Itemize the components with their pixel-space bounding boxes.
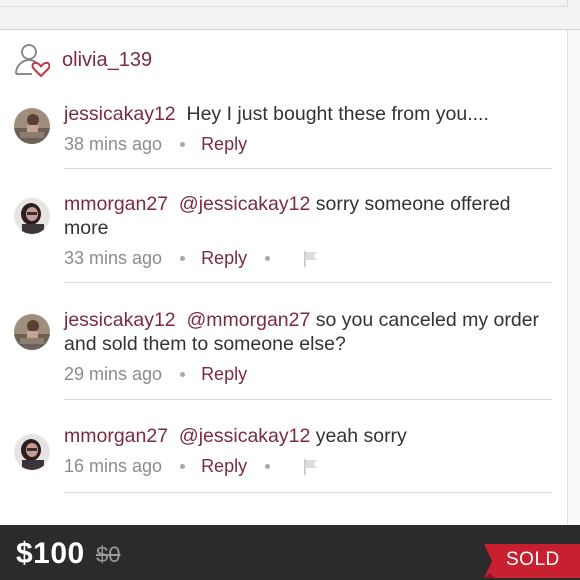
comment-time: 33 mins ago	[64, 248, 163, 268]
top-bar	[0, 0, 580, 30]
listing-owner[interactable]: olivia_139	[14, 42, 152, 78]
comment-divider	[64, 282, 552, 283]
comment-text: mmorgan27 @jessicakay12 sorry someone of…	[64, 192, 554, 240]
comment-message: yeah sorry	[315, 425, 407, 447]
comment-mention[interactable]: @jessicakay12	[179, 193, 310, 215]
avatar[interactable]	[14, 108, 50, 144]
top-divider-corner	[567, 0, 568, 7]
top-divider	[0, 6, 568, 7]
separator-dot	[180, 372, 186, 377]
listing-price: $100	[16, 537, 85, 570]
comment-text: mmorgan27 @jessicakay12 yeah sorry	[64, 424, 554, 448]
separator-dot	[180, 464, 186, 469]
comment-divider	[64, 399, 552, 400]
comment-time: 38 mins ago	[64, 134, 163, 154]
comment-username[interactable]: mmorgan27	[64, 425, 168, 447]
original-price: $0	[96, 542, 121, 567]
separator-dot	[265, 464, 271, 469]
comment-text: jessicakay12 @mmorgan27 so you canceled …	[64, 308, 554, 356]
separator-dot	[180, 142, 186, 147]
comment-text: jessicakay12 Hey I just bought these fro…	[64, 102, 554, 126]
avatar[interactable]	[14, 198, 50, 234]
comment-time: 16 mins ago	[64, 456, 163, 476]
sold-status: SOLD	[506, 549, 560, 570]
reply-button[interactable]: Reply	[201, 134, 247, 155]
comment-username[interactable]: mmorgan27	[64, 193, 168, 215]
comment-meta: 29 mins ago Reply	[64, 364, 247, 385]
comments-card: olivia_139 jessicakay12 Hey I just bough…	[0, 30, 568, 525]
comment-time: 29 mins ago	[64, 364, 163, 384]
comment-mention[interactable]: @jessicakay12	[179, 425, 310, 447]
comment-username[interactable]: jessicakay12	[64, 103, 176, 125]
reply-button[interactable]: Reply	[201, 248, 247, 269]
flag-icon[interactable]	[302, 250, 320, 268]
comments-page: olivia_139 jessicakay12 Hey I just bough…	[0, 30, 580, 525]
comment-message: Hey I just bought these from you....	[186, 103, 489, 125]
separator-dot	[265, 256, 271, 261]
comment-mention[interactable]: @mmorgan27	[186, 309, 310, 331]
comment-divider	[64, 492, 552, 493]
user-heart-icon	[15, 44, 50, 77]
flag-icon[interactable]	[302, 458, 320, 476]
avatar[interactable]	[14, 314, 50, 350]
comment-username[interactable]: jessicakay12	[64, 309, 176, 331]
comment-meta: 38 mins ago Reply	[64, 134, 247, 155]
owner-username[interactable]: olivia_139	[62, 49, 152, 72]
separator-dot	[180, 256, 186, 261]
comment-divider	[64, 168, 552, 169]
reply-button[interactable]: Reply	[201, 456, 247, 477]
comment-meta: 33 mins ago Reply	[64, 248, 320, 269]
comment-meta: 16 mins ago Reply	[64, 456, 320, 477]
avatar[interactable]	[14, 434, 50, 470]
reply-button[interactable]: Reply	[201, 364, 247, 385]
